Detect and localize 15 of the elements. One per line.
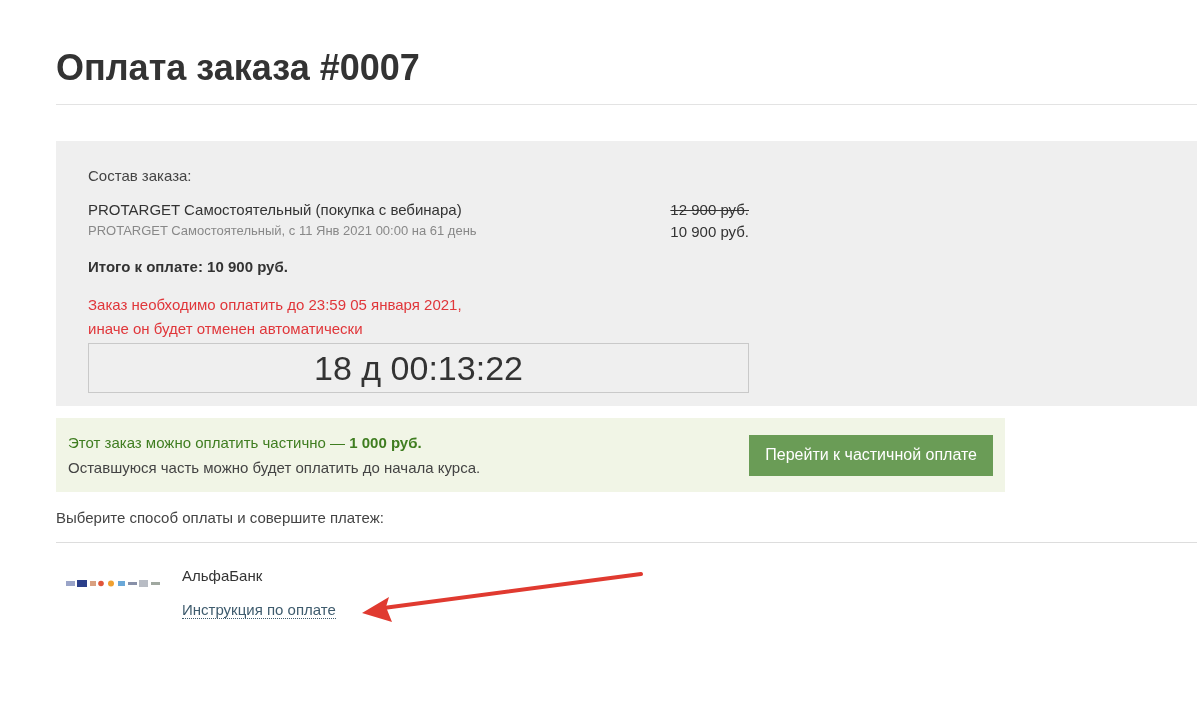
payment-method-prompt: Выберите способ оплаты и совершите платеж: [56,508,385,528]
item-price: 10 900 руб. [670,222,749,242]
order-total: Итого к оплате: 10 900 руб. [88,257,289,277]
old-price: 12 900 руб. [670,200,749,220]
payment-instructions-link[interactable]: Инструкция по оплате [182,601,336,619]
order-heading: Состав заказа: [88,166,193,186]
payment-deadline-warning: Заказ необходимо оплатить до 23:59 05 января 2021, иначе он будет отменен автоматически [88,295,463,339]
payment-method-name: АльфаБанк [182,566,264,586]
countdown-timer: 18 д 00:13:22 [88,343,749,393]
payment-logos-icon [66,578,160,588]
page-title: Оплата заказа #0007 [56,46,421,90]
partial-payment-note: Оставшуюся часть можно будет оплатить до начала курса. [68,458,481,478]
order-item-details: PROTARGET Самостоятельный, с 11 Янв 2021 00:00 на 61 день [88,222,477,240]
order-item-name: PROTARGET Самостоятельный (покупка с вебинара) [88,200,463,220]
partial-payment-text: Этот заказ можно оплатить частично — 1 000 руб. [68,433,423,453]
